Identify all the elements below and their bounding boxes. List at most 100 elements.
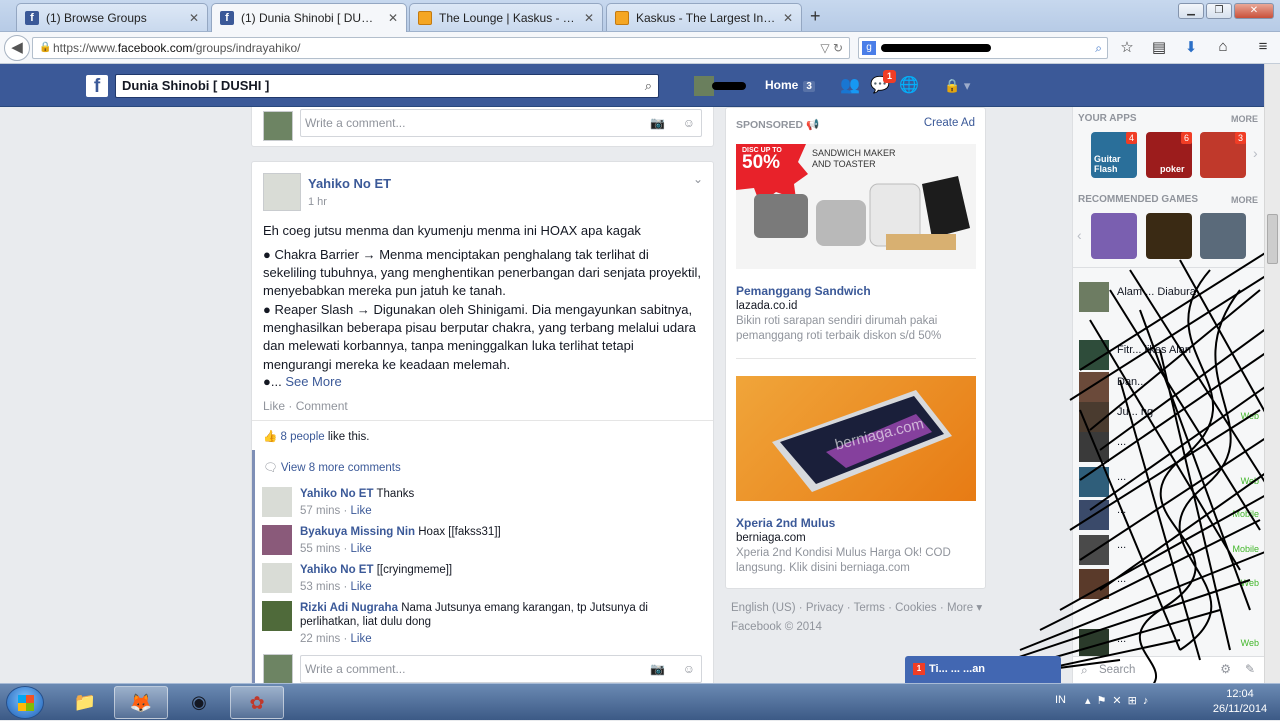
menu-icon[interactable]: ≡ — [1254, 38, 1272, 56]
recommended-more-link[interactable]: MORE — [1231, 195, 1258, 205]
ad-item[interactable]: berniaga.com Xperia 2nd Mulus berniaga.c… — [736, 376, 976, 576]
profile-link[interactable] — [694, 76, 750, 96]
chat-friend-item[interactable]: ... Web — [1079, 569, 1259, 599]
post-author-avatar[interactable] — [263, 173, 301, 211]
home-icon[interactable]: ⌂ — [1214, 38, 1232, 56]
chat-friend-item[interactable]: ... Web — [1079, 467, 1259, 497]
chat-tab[interactable]: 1 Ti... ... ...an — [905, 656, 1061, 683]
close-icon[interactable]: ✕ — [189, 11, 199, 25]
avatar[interactable] — [262, 525, 292, 555]
game-icon[interactable] — [1146, 213, 1192, 259]
minimize-button[interactable]: ▁ — [1178, 3, 1204, 19]
search-icon[interactable]: ⌕ — [1095, 38, 1102, 58]
view-more-comments[interactable]: 🗨 View 8 more comments — [263, 460, 401, 474]
bookmarks-list-icon[interactable]: ▤ — [1150, 38, 1168, 56]
comment-like-link[interactable]: Like — [351, 505, 372, 517]
compose-icon[interactable]: ✎ — [1245, 662, 1255, 676]
app-icon-guitar-flash[interactable]: 4 Guitar Flash — [1091, 132, 1137, 178]
ad-image-phone[interactable]: berniaga.com — [736, 376, 976, 501]
footer-terms-link[interactable]: Terms — [854, 602, 885, 614]
game-icon[interactable] — [1091, 213, 1137, 259]
footer-privacy-link[interactable]: Privacy — [806, 602, 844, 614]
friend-requests-icon[interactable]: 👥 — [840, 76, 860, 96]
firefox-taskbar-button[interactable]: 🦊 — [114, 686, 168, 719]
facebook-logo[interactable]: f — [86, 75, 108, 97]
new-tab-button[interactable]: + — [810, 6, 821, 27]
facebook-search-input[interactable]: Dunia Shinobi [ DUSHI ] ⌕ — [115, 74, 659, 98]
comment-like-link[interactable]: Like — [351, 633, 372, 645]
tab-dunia-shinobi[interactable]: f (1) Dunia Shinobi [ DUSHI ] ✕ — [211, 3, 407, 32]
close-icon[interactable]: ✕ — [388, 11, 398, 25]
footer-language-link[interactable]: English (US) — [731, 602, 796, 614]
footer-more-link[interactable]: More ▾ — [947, 602, 982, 614]
avatar[interactable] — [262, 487, 292, 517]
like-button[interactable]: Like — [263, 399, 285, 413]
settings-dropdown[interactable]: 🔒 ▾ — [944, 78, 970, 94]
comment-author[interactable]: Yahiko No ET — [300, 564, 374, 576]
tray-icons[interactable]: ▴⚑✕⊞♪ — [1085, 694, 1154, 707]
ad-title[interactable]: Xperia 2nd Mulus — [736, 516, 976, 530]
chat-friend-item[interactable]: ... — [1079, 432, 1259, 462]
comment-author[interactable]: Rizki Adi Nugraha — [300, 602, 398, 614]
create-ad-link[interactable]: Create Ad — [924, 117, 975, 129]
maximize-button[interactable]: ❐ — [1206, 3, 1232, 19]
chat-friend-item[interactable]: ... Mobile — [1079, 535, 1259, 565]
chat-friend-item[interactable]: ... Web — [1079, 629, 1259, 659]
tab-kaskus[interactable]: Kaskus - The Largest Indon... ✕ — [606, 3, 802, 31]
chevron-down-icon[interactable]: ⌄ — [693, 172, 703, 186]
your-apps-more-link[interactable]: MORE — [1231, 114, 1258, 124]
post-author[interactable]: Yahiko No ET — [308, 176, 391, 191]
emoji-icon[interactable]: ☺ — [683, 656, 695, 682]
tab-browse-groups[interactable]: f (1) Browse Groups ✕ — [16, 3, 208, 31]
language-indicator[interactable]: IN — [1055, 694, 1066, 706]
emoji-icon[interactable]: ☺ — [683, 110, 695, 136]
comment-like-link[interactable]: Like — [351, 543, 372, 555]
comment-time[interactable]: 53 mins — [300, 581, 340, 593]
app-icon-poker[interactable]: 6 poker — [1146, 132, 1192, 178]
reload-icon[interactable]: ▽ ↻ — [820, 38, 843, 58]
app-taskbar-button[interactable]: ✿ — [230, 686, 284, 719]
comment-input[interactable]: Write a comment... 📷 ☺ — [300, 109, 702, 137]
chat-search-bar[interactable]: ⌕ Search ⚙ ✎ — [1073, 656, 1264, 683]
chat-friend-item[interactable]: Dan... — [1079, 372, 1259, 402]
chevron-right-icon[interactable]: › — [1253, 145, 1258, 161]
friend-ticker-item[interactable]: Fitr... likes Alan — [1079, 340, 1259, 370]
start-button[interactable] — [6, 686, 44, 719]
avatar[interactable] — [262, 601, 292, 631]
comment-time[interactable]: 57 mins — [300, 505, 340, 517]
gear-icon[interactable]: ⚙ — [1220, 662, 1231, 676]
search-icon[interactable]: ⌕ — [645, 75, 652, 97]
chrome-taskbar-button[interactable]: ◉ — [172, 686, 226, 719]
likes-count-link[interactable]: 8 people — [281, 431, 325, 443]
page-scrollbar[interactable] — [1264, 64, 1280, 683]
close-window-button[interactable]: ✕ — [1234, 3, 1274, 19]
browser-search-box[interactable]: g ⌕ — [858, 37, 1108, 59]
comment-input[interactable]: Write a comment... 📷 ☺ — [300, 655, 702, 683]
close-icon[interactable]: ✕ — [783, 11, 793, 25]
post-time[interactable]: 1 hr — [308, 196, 327, 208]
ad-item[interactable]: DISC UP TO 50% SANDWICH MAKER AND TOASTE… — [736, 144, 976, 344]
tab-the-lounge[interactable]: The Lounge | Kaskus - The ... ✕ — [409, 3, 603, 31]
bookmark-star-icon[interactable]: ☆ — [1118, 38, 1136, 56]
ad-title[interactable]: Pemanggang Sandwich — [736, 284, 976, 298]
messages-icon[interactable]: 💬 1 — [870, 70, 896, 96]
comment-author[interactable]: Yahiko No ET — [300, 488, 374, 500]
notifications-globe-icon[interactable]: 🌐 — [899, 76, 919, 96]
clock[interactable]: 12:04 26/11/2014 — [1200, 687, 1280, 717]
ad-image-toaster[interactable]: DISC UP TO 50% SANDWICH MAKER AND TOASTE… — [736, 144, 976, 269]
footer-cookies-link[interactable]: Cookies — [895, 602, 937, 614]
avatar[interactable] — [262, 563, 292, 593]
friend-ticker-item[interactable]: Alam ... Diabura — [1079, 282, 1259, 312]
chat-friend-item[interactable]: Ju... ng Web — [1079, 402, 1259, 432]
comment-button[interactable]: Comment — [296, 399, 348, 413]
chevron-left-icon[interactable]: ‹ — [1077, 227, 1082, 243]
comment-time[interactable]: 22 mins — [300, 633, 340, 645]
url-bar[interactable]: 🔒 https://www.facebook.com/groups/indray… — [32, 37, 850, 59]
view-more-comments-link[interactable]: View 8 more comments — [281, 462, 401, 474]
scrollbar-thumb[interactable] — [1267, 214, 1278, 264]
comment-author[interactable]: Byakuya Missing Nin — [300, 526, 415, 538]
camera-icon[interactable]: 📷 — [650, 110, 665, 136]
comment-like-link[interactable]: Like — [351, 581, 372, 593]
download-icon[interactable]: ⬇ — [1182, 38, 1200, 56]
comment-time[interactable]: 55 mins — [300, 543, 340, 555]
